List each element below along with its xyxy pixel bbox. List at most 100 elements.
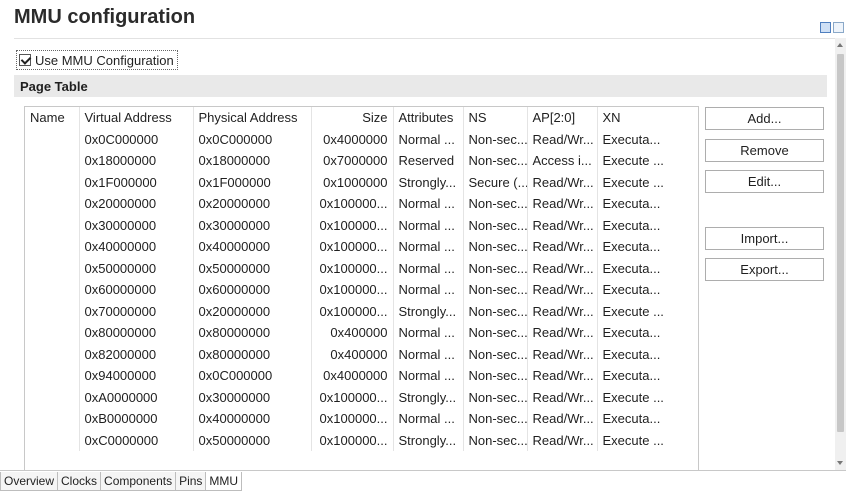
table-cell: Read/Wr... bbox=[527, 193, 598, 215]
table-row[interactable]: 0x20000000 0x20000000 0x100000... Normal ..… bbox=[25, 193, 698, 215]
table-cell: 0x100000... bbox=[311, 429, 394, 451]
table-cell: Read/Wr... bbox=[527, 343, 598, 365]
page-title: MMU configuration bbox=[14, 6, 196, 28]
table-cell: Read/Wr... bbox=[527, 236, 598, 258]
table-row[interactable]: 0xA0000000 0x30000000 0x100000... Strongly.… bbox=[25, 386, 698, 408]
column-header[interactable]: Physical Address bbox=[193, 107, 312, 129]
page-table-title: Page Table bbox=[20, 78, 88, 94]
table-cell: Read/Wr... bbox=[527, 171, 598, 193]
table-cell: 0x60000000 bbox=[193, 279, 312, 301]
table-cell: Non-sec... bbox=[463, 150, 528, 172]
tab-mmu[interactable]: MMU bbox=[205, 472, 243, 491]
table-cell: 0x40000000 bbox=[193, 236, 312, 258]
export-button[interactable]: Export... bbox=[705, 258, 824, 281]
scroll-thumb[interactable] bbox=[837, 54, 844, 432]
column-header[interactable]: XN bbox=[597, 107, 698, 129]
table-cell: Executa... bbox=[597, 214, 698, 236]
table-cell: Strongly... bbox=[393, 171, 464, 193]
table-cell: 0x30000000 bbox=[79, 214, 194, 236]
table-cell: Non-sec... bbox=[463, 429, 528, 451]
vertical-scrollbar[interactable] bbox=[835, 38, 846, 470]
table-row[interactable]: 0x30000000 0x30000000 0x100000... Normal ..… bbox=[25, 214, 698, 236]
table-cell: Non-sec... bbox=[463, 214, 528, 236]
table-cell: Executa... bbox=[597, 322, 698, 344]
tab-clocks[interactable]: Clocks bbox=[57, 472, 102, 491]
table-cell: Non-sec... bbox=[463, 193, 528, 215]
checkbox-checked-icon[interactable] bbox=[19, 54, 31, 66]
table-cell: Execute ... bbox=[597, 300, 698, 322]
table-cell: 0xC0000000 bbox=[79, 429, 194, 451]
table-cell bbox=[25, 150, 80, 172]
add-button[interactable]: Add... bbox=[705, 107, 824, 130]
table-cell: 0x4000000 bbox=[311, 365, 394, 387]
table-cell: Normal ... bbox=[393, 257, 464, 279]
table-cell: 0x1000000 bbox=[311, 171, 394, 193]
tab-components[interactable]: Components bbox=[100, 472, 177, 491]
remove-button[interactable]: Remove bbox=[705, 139, 824, 162]
tab-overview[interactable]: Overview bbox=[0, 472, 59, 491]
column-header[interactable]: Size bbox=[311, 107, 394, 129]
table-cell: Normal ... bbox=[393, 365, 464, 387]
column-header[interactable]: NS bbox=[463, 107, 528, 129]
table-cell: Execute ... bbox=[597, 150, 698, 172]
table-cell: Read/Wr... bbox=[527, 257, 598, 279]
table-cell: Read/Wr... bbox=[527, 128, 598, 150]
table-cell bbox=[25, 300, 80, 322]
table-cell: 0x0C000000 bbox=[193, 128, 312, 150]
table-cell bbox=[25, 365, 80, 387]
page-table-section-header: Page Table bbox=[14, 75, 827, 97]
table-cell bbox=[25, 386, 80, 408]
scroll-up-icon[interactable] bbox=[837, 43, 843, 47]
table-row[interactable]: 0x94000000 0x0C000000 0x4000000 Normal ... N… bbox=[25, 365, 698, 387]
table-cell: Normal ... bbox=[393, 236, 464, 258]
table-cell: 0x40000000 bbox=[79, 236, 194, 258]
table-cell: Normal ... bbox=[393, 193, 464, 215]
table-row[interactable]: 0x0C000000 0x0C000000 0x4000000 Normal ... N… bbox=[25, 128, 698, 150]
table-cell: 0x100000... bbox=[311, 300, 394, 322]
table-row[interactable]: 0x60000000 0x60000000 0x100000... Normal ..… bbox=[25, 279, 698, 301]
table-cell: Non-sec... bbox=[463, 236, 528, 258]
header-divider bbox=[14, 38, 836, 39]
table-row[interactable]: 0x70000000 0x20000000 0x100000... Strongly.… bbox=[25, 300, 698, 322]
table-row[interactable]: 0x50000000 0x50000000 0x100000... Normal ..… bbox=[25, 257, 698, 279]
table-row[interactable]: 0x18000000 0x18000000 0x7000000 Reserved Non… bbox=[25, 150, 698, 172]
table-cell: Executa... bbox=[597, 365, 698, 387]
table-cell: Non-sec... bbox=[463, 365, 528, 387]
table-cell: Executa... bbox=[597, 279, 698, 301]
table-cell: 0x80000000 bbox=[193, 322, 312, 344]
table-row[interactable]: 0x40000000 0x40000000 0x100000... Normal ..… bbox=[25, 236, 698, 258]
table-cell: Strongly... bbox=[393, 300, 464, 322]
column-header[interactable]: Name bbox=[25, 107, 80, 129]
table-cell: 0x4000000 bbox=[311, 128, 394, 150]
table-cell: Normal ... bbox=[393, 408, 464, 430]
edit-button[interactable]: Edit... bbox=[705, 170, 824, 193]
table-row[interactable]: 0x1F000000 0x1F000000 0x1000000 Strongly...… bbox=[25, 171, 698, 193]
table-cell: 0x1F000000 bbox=[193, 171, 312, 193]
column-header[interactable]: AP[2:0] bbox=[527, 107, 598, 129]
table-cell: 0x20000000 bbox=[193, 300, 312, 322]
table-row[interactable]: 0xC0000000 0x50000000 0x100000... Strongly.… bbox=[25, 429, 698, 451]
table-cell: 0x0C000000 bbox=[79, 128, 194, 150]
table-row[interactable]: 0x82000000 0x80000000 0x400000 Normal ... No… bbox=[25, 343, 698, 365]
table-cell: Read/Wr... bbox=[527, 429, 598, 451]
table-cell: 0xA0000000 bbox=[79, 386, 194, 408]
use-mmu-checkbox[interactable]: Use MMU Configuration bbox=[16, 50, 178, 70]
scroll-down-icon[interactable] bbox=[837, 461, 843, 465]
table-cell bbox=[25, 236, 80, 258]
settings-icon[interactable] bbox=[833, 22, 844, 33]
table-row[interactable]: 0xB0000000 0x40000000 0x100000... Normal ..… bbox=[25, 408, 698, 430]
editor-icon[interactable] bbox=[820, 22, 831, 33]
table-cell: 0x20000000 bbox=[79, 193, 194, 215]
table-cell: 0x100000... bbox=[311, 193, 394, 215]
column-header[interactable]: Attributes bbox=[393, 107, 464, 129]
table-cell: 0x400000 bbox=[311, 343, 394, 365]
table-cell bbox=[25, 408, 80, 430]
table-cell: Access i... bbox=[527, 150, 598, 172]
column-header[interactable]: Virtual Address bbox=[79, 107, 194, 129]
import-button[interactable]: Import... bbox=[705, 227, 824, 250]
table-row[interactable]: 0x80000000 0x80000000 0x400000 Normal ... No… bbox=[25, 322, 698, 344]
tab-pins[interactable]: Pins bbox=[175, 472, 207, 491]
page-table[interactable]: Name Virtual Address Physical Address Si… bbox=[24, 106, 699, 471]
table-cell: 0x100000... bbox=[311, 279, 394, 301]
toolbar-icons bbox=[820, 22, 844, 33]
